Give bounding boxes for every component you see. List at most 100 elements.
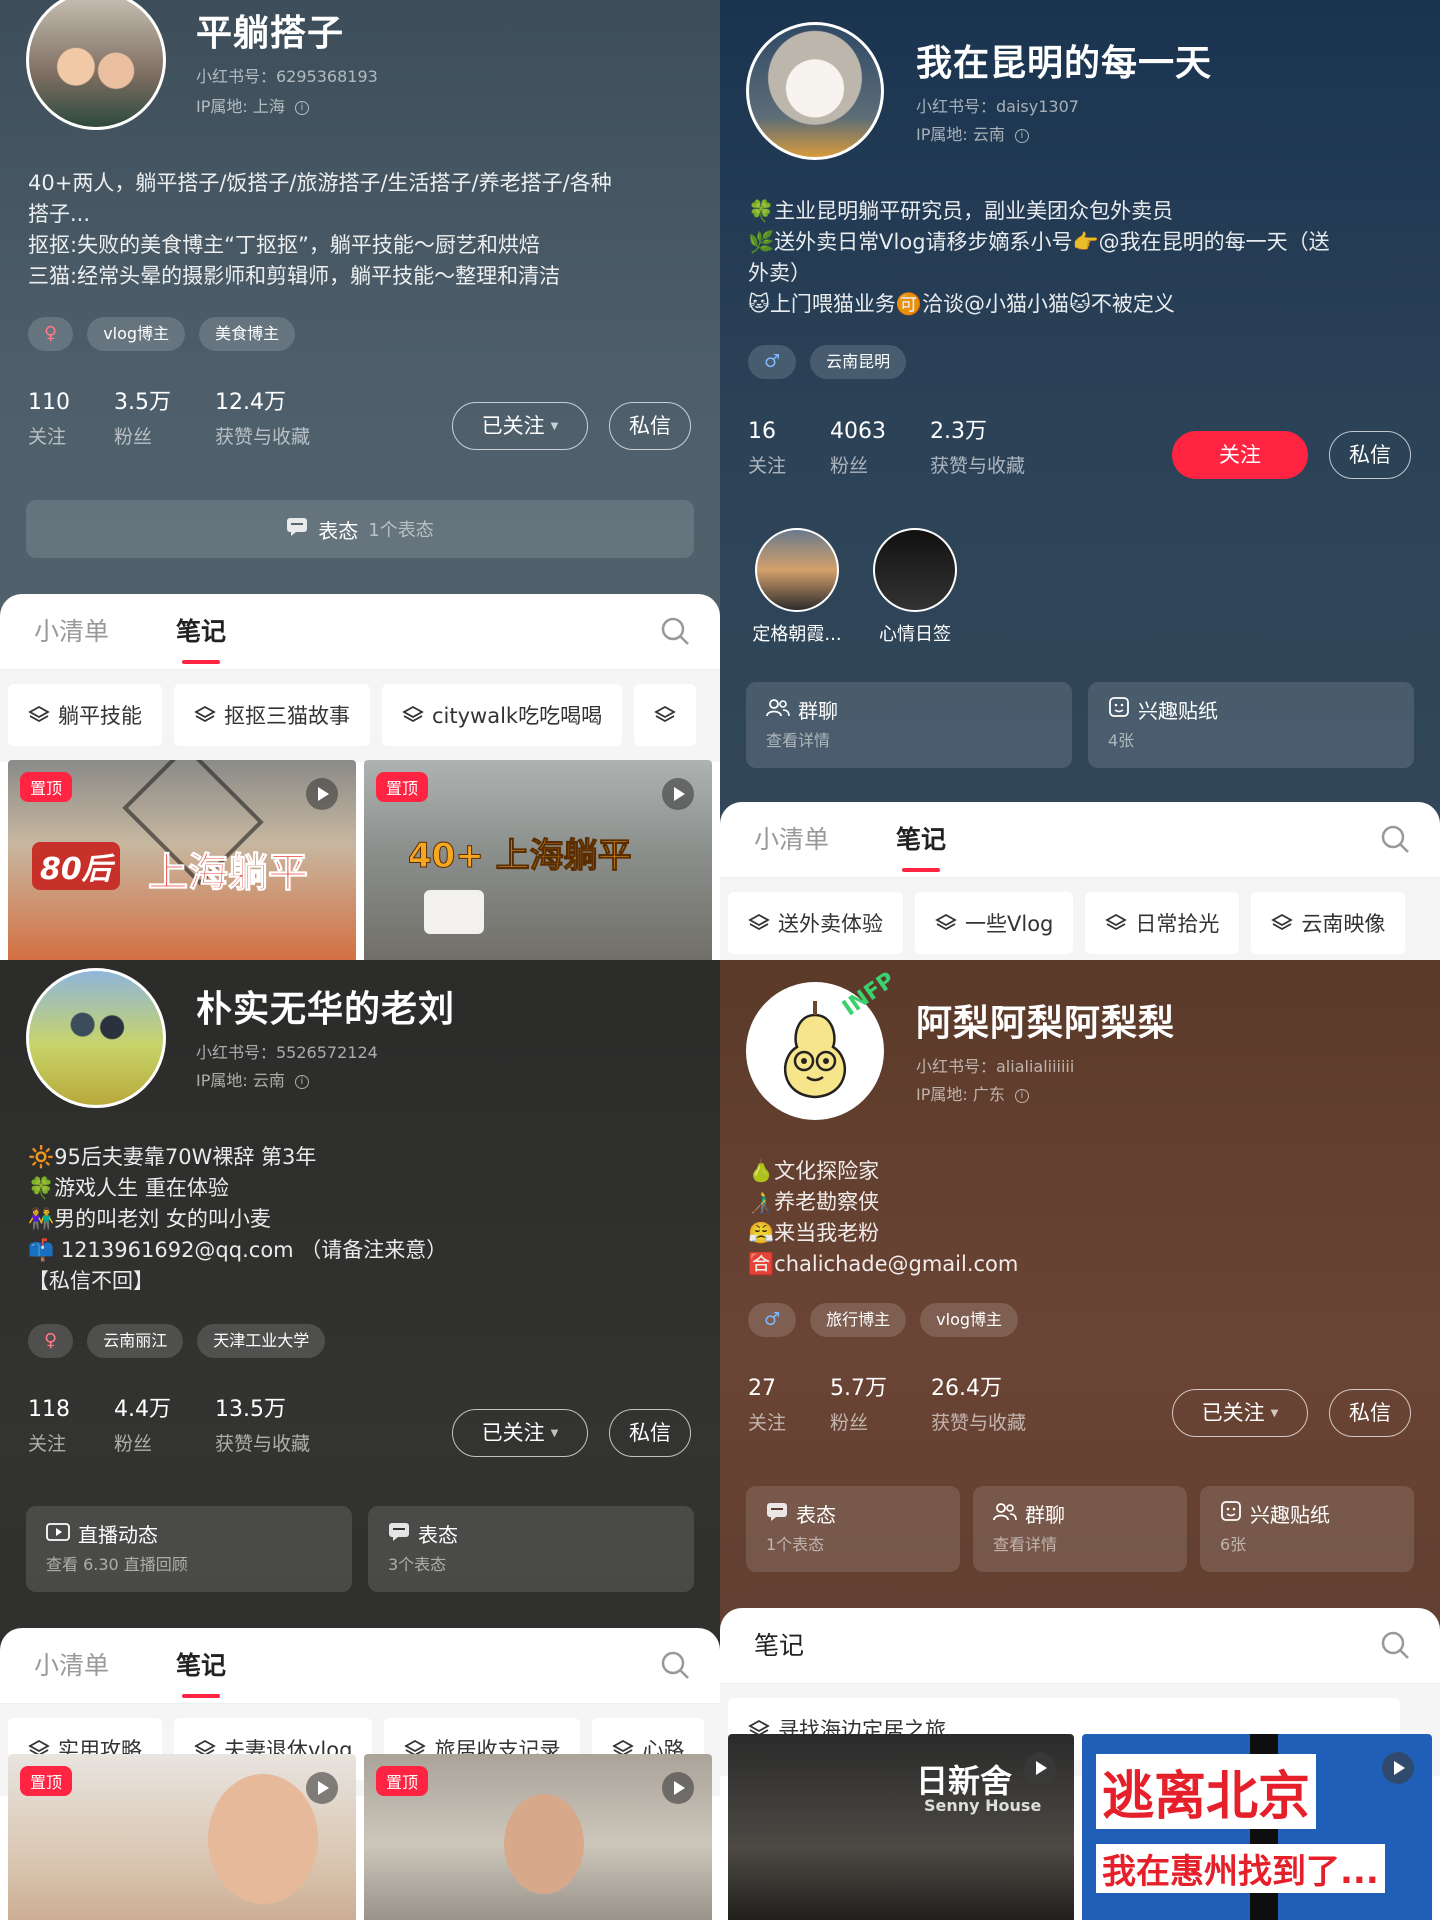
tab-bar: 小清单 笔记 [0,1628,720,1704]
tab-notes[interactable]: 笔记 [176,1646,226,1682]
comment-icon [766,1500,788,1530]
highlight-story[interactable]: 定格朝霞... [742,528,852,646]
face-photo [208,1774,318,1904]
note-card[interactable]: 日新舍 Senny House [728,1734,1074,1920]
stat-following[interactable]: 27 关注 [748,1372,786,1440]
tag-row: ♂ 旅行博主 vlog博主 [748,1303,1019,1337]
play-icon [306,1772,338,1804]
tab-list[interactable]: 小清单 [34,1646,109,1682]
stats: 16 关注 4063 粉丝 2.3万 获赞与收藏 [748,415,1025,483]
stat-followers[interactable]: 4063 粉丝 [830,415,886,483]
collection-chip[interactable]: 躺平技能 [8,684,162,746]
info-icon[interactable]: i [294,1074,309,1089]
stat-following[interactable]: 118 关注 [28,1393,70,1461]
tag[interactable]: 天津工业大学 [197,1324,326,1358]
reaction-bar[interactable]: 表态 1个表态 [26,500,694,558]
avatar[interactable] [26,0,166,130]
reaction-card[interactable]: 表态 1个表态 [746,1486,960,1572]
collection-chip[interactable]: citywalk吃吃喝喝 [382,684,623,746]
profile-id: 小红书号：5526572124 [196,1043,378,1062]
bio-line: 外卖） [748,261,811,285]
note-title: 逃离北京 [1096,1754,1317,1829]
content-sheet: 笔记 寻找海边定居之旅 日新舍 Senny House 逃离北京 我在惠州找到了… [720,1608,1440,1920]
collection-chip[interactable] [634,684,697,746]
tab-list[interactable]: 小清单 [754,820,829,856]
stat-following[interactable]: 110 关注 [28,386,70,454]
collection-chip[interactable]: 一些Vlog [915,892,1074,954]
live-card[interactable]: 直播动态 查看 6.30 直播回顾 [26,1506,352,1592]
profile-name: 我在昆明的每一天 [916,43,1213,84]
message-button[interactable]: 私信 [1329,431,1411,479]
tab-bar: 小清单 笔记 [720,802,1440,878]
profile-id: 小红书号：6295368193 [196,67,378,86]
tag[interactable]: 云南昆明 [810,345,907,379]
sticker-card[interactable]: 兴趣贴纸 6张 [1200,1486,1414,1572]
group-chat-card[interactable]: 群聊 查看详情 [973,1486,1187,1572]
stats: 118 关注 4.4万 粉丝 13.5万 获赞与收藏 [28,1393,310,1461]
tab-notes[interactable]: 笔记 [896,820,946,856]
bio-line: 三猫:经常头晕的摄影师和剪辑师，躺平技能～整理和清洁 [28,264,561,288]
bio-line: 🔆95后夫妻靠70W裸辞 第3年 [28,1145,317,1169]
following-button[interactable]: 已关注 ▼ [452,402,588,450]
bio-line: 😤来当我老粉 [748,1221,880,1245]
search-icon[interactable] [1380,1630,1410,1660]
follow-button[interactable]: 关注 [1172,431,1308,479]
bio-line: 40+两人，躺平搭子/饭搭子/旅游搭子/生活搭子/养老搭子/各种 [28,171,612,195]
sticker-card[interactable]: 兴趣贴纸 4张 [1088,682,1414,768]
tag[interactable]: vlog博主 [920,1303,1019,1337]
stat-likes[interactable]: 12.4万 获赞与收藏 [215,386,310,454]
following-button[interactable]: 已关注 ▼ [1172,1389,1308,1437]
tag[interactable]: vlog博主 [87,317,186,351]
highlight-cover [873,528,957,612]
note-title: 80后 [32,842,120,890]
stat-following[interactable]: 16 关注 [748,415,786,483]
tab-notes[interactable]: 笔记 [754,1626,804,1662]
note-subtitle: Senny House [924,1796,1042,1815]
message-button[interactable]: 私信 [609,1409,691,1457]
bio-line: 🐱上门喂猫业务🉑洽谈@小猫小猫🐱不被定义 [748,292,1175,316]
message-button[interactable]: 私信 [1329,1389,1411,1437]
tag[interactable]: 云南丽江 [87,1324,184,1358]
play-icon [662,778,694,810]
stat-followers[interactable]: 4.4万 粉丝 [114,1393,171,1461]
collection-chip[interactable]: 日常拾光 [1085,892,1240,954]
tab-notes[interactable]: 笔记 [176,612,226,648]
tab-list[interactable]: 小清单 [34,612,109,648]
profile-panel-2: 我在昆明的每一天 小红书号：daisy1307 IP属地: 云南 i 🍀主业昆明躺… [720,0,1440,960]
search-icon[interactable] [660,1650,690,1680]
note-card[interactable]: 置顶 80后 上海躺平 [8,760,356,960]
stat-likes[interactable]: 2.3万 获赞与收藏 [930,415,1025,483]
bio-line: 搭子... [28,202,91,226]
stat-likes[interactable]: 13.5万 获赞与收藏 [215,1393,310,1461]
following-button[interactable]: 已关注 ▼ [452,1409,588,1457]
microwave [424,890,484,934]
stat-likes[interactable]: 26.4万 获赞与收藏 [931,1372,1026,1440]
message-button[interactable]: 私信 [609,402,691,450]
note-card[interactable]: 置顶 [364,1754,712,1920]
collection-chip[interactable]: 云南映像 [1251,892,1406,954]
info-icon[interactable]: i [1014,1088,1029,1103]
info-icon[interactable]: i [294,100,309,115]
stat-followers[interactable]: 3.5万 粉丝 [114,386,171,454]
collection-chip[interactable]: 抠抠三猫故事 [174,684,370,746]
play-icon [1024,1752,1056,1784]
note-card[interactable]: 置顶 [8,1754,356,1920]
bio-line: 🍀主业昆明躺平研究员，副业美团众包外卖员 [748,199,1174,223]
search-icon[interactable] [660,616,690,646]
layers-icon [748,913,770,931]
avatar[interactable] [746,22,884,160]
note-card[interactable]: 逃离北京 我在惠州找到了... [1082,1734,1432,1920]
layers-icon [194,705,216,723]
collection-chip[interactable]: 送外卖体验 [728,892,903,954]
tag[interactable]: 旅行博主 [810,1303,907,1337]
tag[interactable]: 美食博主 [199,317,296,351]
info-icon[interactable]: i [1014,128,1029,143]
highlight-story[interactable]: 心情日签 [860,528,970,646]
group-chat-card[interactable]: 群聊 查看详情 [746,682,1072,768]
stat-followers[interactable]: 5.7万 粉丝 [830,1372,887,1440]
avatar[interactable] [26,968,166,1108]
tag-row: ♀ 云南丽江 天津工业大学 [28,1324,326,1358]
note-card[interactable]: 置顶 40+ 上海躺平 [364,760,712,960]
search-icon[interactable] [1380,824,1410,854]
reaction-card[interactable]: 表态 3个表态 [368,1506,694,1592]
